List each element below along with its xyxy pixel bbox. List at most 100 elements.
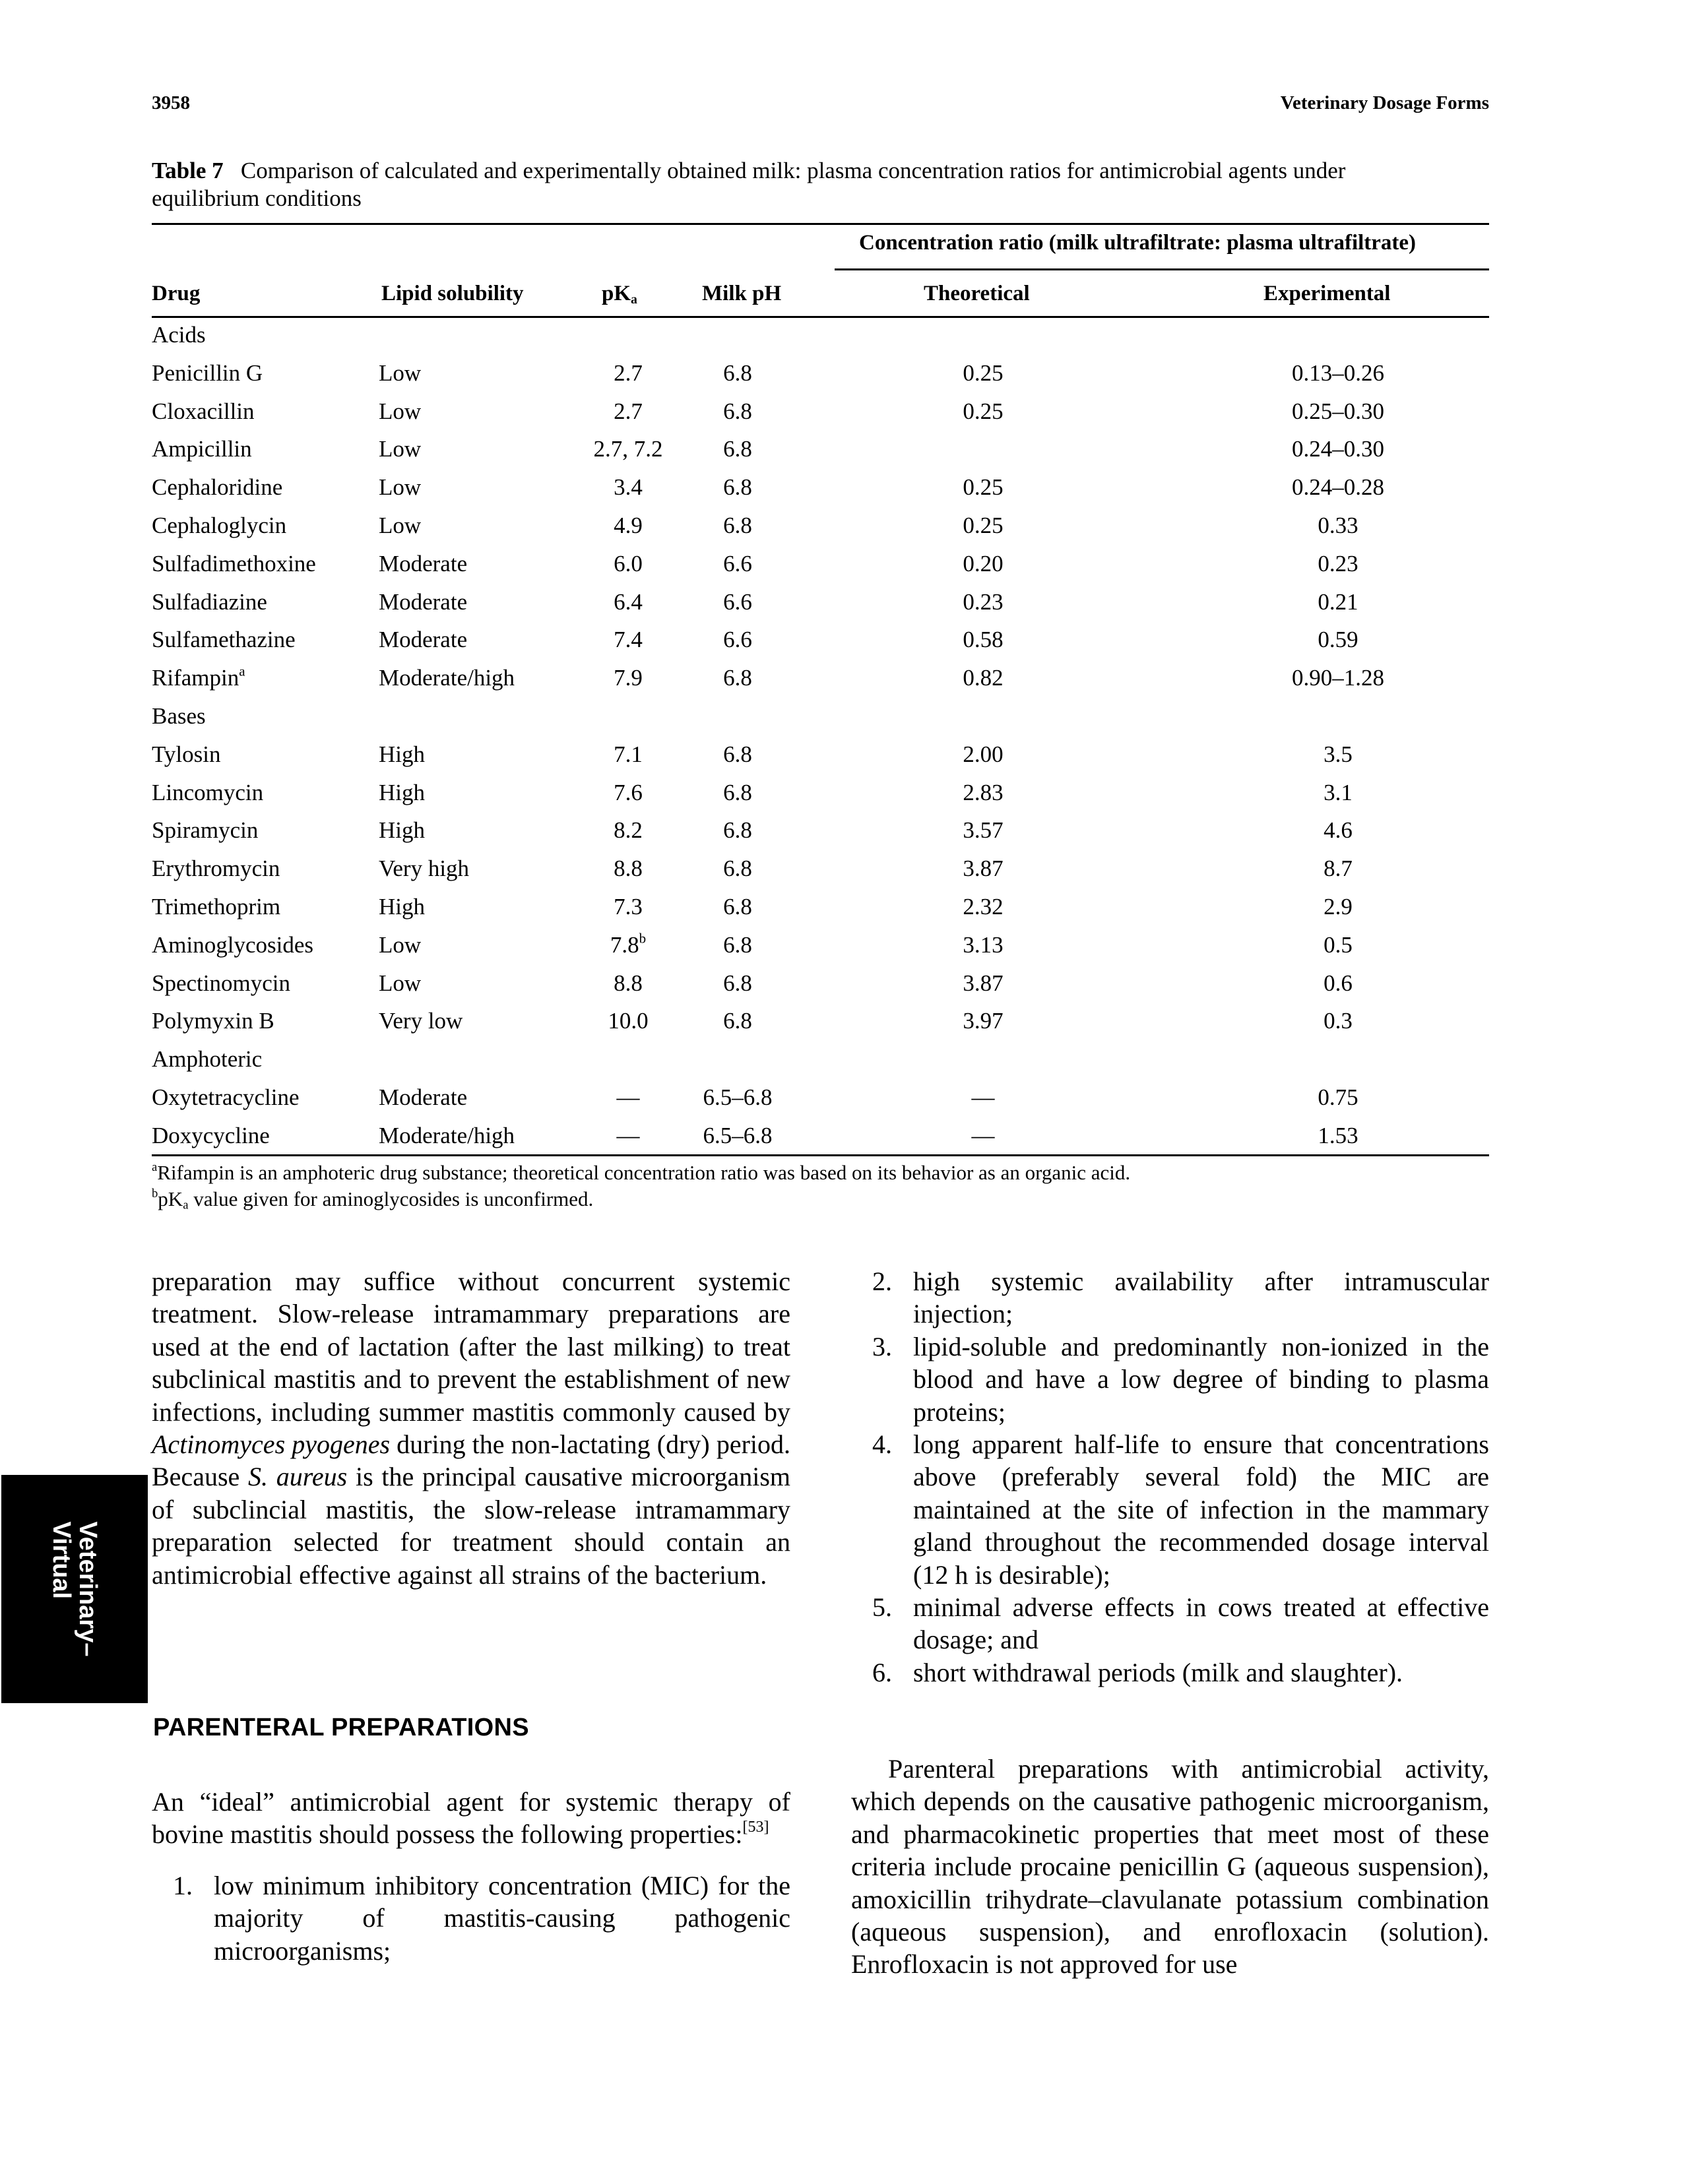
- cell-drug: Cloxacillin: [152, 398, 255, 425]
- cell-pka: 6.0: [614, 551, 643, 577]
- cell-theoretical: 0.20: [963, 550, 1004, 577]
- table-group-label: Amphoteric: [152, 1046, 263, 1073]
- cell-milk-ph: 6.8: [723, 894, 752, 920]
- footnote-pka: pK: [158, 1187, 183, 1210]
- cell-lipid-solubility: Moderate/high: [379, 1122, 515, 1148]
- cell-pka: 4.9: [614, 513, 643, 539]
- cell-drug: Oxytetracycline: [152, 1084, 300, 1111]
- cell-drug: Erythromycin: [152, 856, 280, 882]
- column-header-rule: [152, 316, 1489, 318]
- cell-pka: 6.4: [614, 589, 643, 615]
- cell-pka: 7.3: [614, 894, 643, 920]
- cell-pka: 7.4: [614, 627, 643, 653]
- cell-experimental: 0.59: [1318, 627, 1358, 653]
- cell-lipid-solubility: High: [379, 817, 425, 844]
- right-column-lower: Parenteral preparations with antimicrobi…: [851, 1753, 1489, 1981]
- cell-drug: Sulfadiazine: [152, 589, 267, 615]
- pka-value: 8.8: [614, 856, 643, 882]
- footnote-mark: b: [639, 930, 647, 947]
- text-run: preparation may suffice without concurre…: [152, 1266, 790, 1427]
- cell-drug: Polymyxin B: [152, 1008, 274, 1034]
- pka-value: 2.7: [614, 398, 643, 424]
- list-number: 3.: [872, 1331, 892, 1361]
- list-text: high systemic availability after intramu…: [913, 1266, 1489, 1329]
- cell-milk-ph: 6.8: [723, 741, 752, 767]
- pka-subscript: a: [631, 292, 637, 307]
- cell-theoretical: 2.00: [963, 741, 1004, 767]
- cell-pka: 8.2: [614, 817, 643, 844]
- drug-name: Cephaloglycin: [152, 513, 287, 538]
- cell-pka: 10.0: [608, 1008, 648, 1034]
- cell-experimental: 0.21: [1318, 588, 1358, 615]
- paragraph: Parenteral preparations with antimicrobi…: [851, 1754, 1489, 1980]
- spanning-header: Concentration ratio (milk ultrafiltrate:…: [859, 231, 1417, 255]
- drug-name: Sulfadimethoxine: [152, 550, 316, 577]
- table-caption: Table 7 Comparison of calculated and exp…: [152, 157, 1405, 212]
- cell-lipid-solubility: Low: [379, 436, 422, 462]
- pka-value: 8.8: [614, 970, 643, 996]
- drug-name: Polymyxin B: [152, 1008, 274, 1034]
- list-number: 2.: [872, 1266, 892, 1296]
- cell-milk-ph: 6.8: [723, 856, 752, 882]
- cell-theoretical: 0.23: [963, 588, 1004, 615]
- cell-drug: Tylosin: [152, 741, 221, 768]
- left-column: preparation may suffice without concurre…: [152, 1265, 790, 1591]
- cell-experimental: 3.1: [1324, 779, 1353, 805]
- column-header-pka: pKa: [602, 282, 637, 306]
- footnote-mark: a: [239, 663, 245, 679]
- cell-drug: Spectinomycin: [152, 970, 290, 997]
- cell-pka: —: [617, 1084, 640, 1111]
- pka-value: 7.1: [614, 741, 643, 767]
- table-group-label: Bases: [152, 703, 206, 729]
- pka-value: —: [616, 1122, 640, 1148]
- cell-drug: Aminoglycosides: [152, 932, 313, 958]
- drug-name: Ampicillin: [152, 436, 252, 462]
- paragraph: An “ideal” antimicrobial agent for syste…: [152, 1786, 790, 1851]
- cell-theoretical: 3.87: [963, 970, 1004, 996]
- drug-name: Lincomycin: [152, 779, 264, 805]
- cell-lipid-solubility: Very high: [379, 856, 470, 882]
- list-item: 2. high systemic availability after intra…: [851, 1265, 1489, 1330]
- pka-value: 3.4: [614, 474, 643, 501]
- cell-pka: 2.7, 7.2: [594, 436, 663, 462]
- list-text: minimal adverse effects in cows treated …: [913, 1592, 1489, 1655]
- drug-name: Spiramycin: [152, 817, 259, 844]
- drug-name: Tylosin: [152, 741, 221, 767]
- properties-list: 2. high systemic availability after intra…: [851, 1265, 1489, 1689]
- list-text: low minimum inhibitory concentration (MI…: [214, 1870, 790, 1966]
- cell-drug: Ampicillin: [152, 436, 252, 462]
- cell-pka: 7.9: [614, 665, 643, 691]
- cell-milk-ph: 6.5–6.8: [703, 1084, 773, 1110]
- species-name: S. aureus: [248, 1462, 348, 1492]
- cell-milk-ph: 6.5–6.8: [703, 1122, 773, 1148]
- cell-lipid-solubility: Low: [379, 931, 422, 958]
- drug-name: Sulfamethazine: [152, 627, 296, 653]
- cell-lipid-solubility: Moderate: [379, 627, 468, 653]
- cell-milk-ph: 6.8: [723, 436, 752, 462]
- list-number: 1.: [173, 1870, 193, 1900]
- list-item: 4. long apparent half-life to ensure that…: [851, 1428, 1489, 1591]
- cell-drug: Lincomycin: [152, 780, 263, 806]
- cell-theoretical: 0.25: [963, 398, 1004, 424]
- cell-milk-ph: 6.8: [723, 817, 752, 844]
- cell-lipid-solubility: Moderate: [379, 588, 468, 615]
- thumb-tab-label: Veterinary– Virtual: [48, 1522, 102, 1657]
- cell-lipid-solubility: Low: [379, 398, 422, 424]
- running-title: Veterinary Dosage Forms: [1280, 92, 1489, 113]
- cell-drug: Doxycycline: [152, 1123, 270, 1149]
- cell-theoretical: 3.57: [963, 817, 1004, 844]
- cell-milk-ph: 6.8: [723, 931, 752, 958]
- cell-experimental: 8.7: [1324, 856, 1353, 882]
- cell-theoretical: 0.25: [963, 474, 1004, 501]
- cell-experimental: 0.23: [1318, 550, 1358, 577]
- list-item: 6. short withdrawal periods (milk and sla…: [851, 1656, 1489, 1689]
- cell-milk-ph: 6.8: [723, 665, 752, 691]
- cell-experimental: 4.6: [1324, 817, 1353, 844]
- citation: [53]: [742, 1819, 769, 1836]
- drug-name: Rifampin: [152, 665, 239, 691]
- drug-name: Erythromycin: [152, 856, 280, 882]
- cell-milk-ph: 6.8: [723, 398, 752, 424]
- cell-pka: 3.4: [614, 474, 643, 501]
- cell-theoretical: 2.32: [963, 894, 1004, 920]
- cell-experimental: 0.33: [1318, 513, 1358, 538]
